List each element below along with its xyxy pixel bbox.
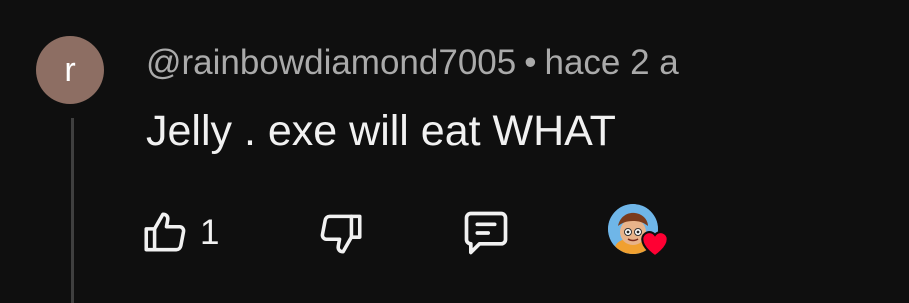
dislike-button[interactable] bbox=[312, 204, 370, 262]
meta-separator: • bbox=[524, 43, 537, 82]
thumbs-down-icon bbox=[320, 214, 362, 254]
comment-actions: 1 bbox=[0, 196, 909, 276]
like-button[interactable]: 1 bbox=[140, 204, 219, 262]
comment-text: Jelly . exe will eat WHAT bbox=[146, 107, 616, 155]
comment-author[interactable]: @rainbowdiamond7005 bbox=[146, 43, 516, 82]
like-count: 1 bbox=[200, 213, 220, 252]
thumbs-up-icon bbox=[144, 212, 186, 252]
avatar-letter: r bbox=[64, 51, 76, 89]
comment-timestamp[interactable]: hace 2 a bbox=[544, 43, 678, 82]
reply-icon bbox=[464, 211, 508, 255]
avatar[interactable]: r bbox=[36, 36, 104, 104]
comment-meta: @rainbowdiamond7005 • hace 2 a bbox=[146, 40, 679, 86]
heart-icon bbox=[641, 231, 669, 258]
reply-button[interactable] bbox=[456, 204, 516, 262]
creator-heart[interactable] bbox=[606, 202, 672, 264]
